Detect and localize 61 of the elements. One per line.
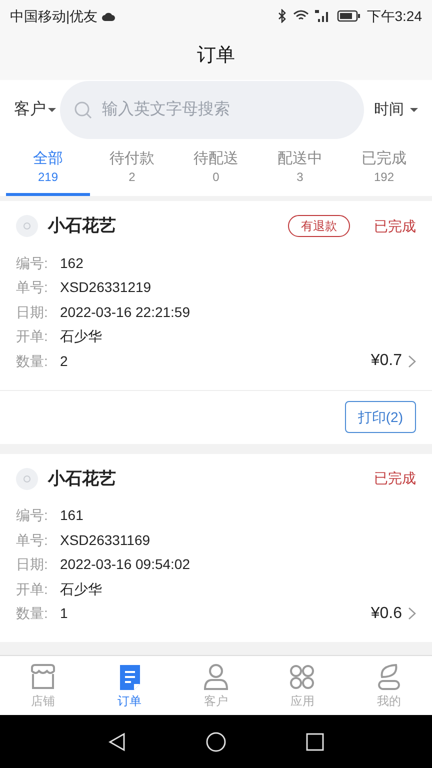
nav-tab[interactable]: 我的 — [346, 656, 432, 715]
order-status: 已完成 — [374, 469, 416, 488]
cloud-icon — [102, 12, 115, 20]
battery-icon — [336, 10, 361, 22]
field-value: 162 — [60, 254, 84, 273]
field-value: 石少华 — [60, 327, 103, 346]
field-label: 数量: — [16, 604, 49, 624]
field-label: 单号: — [16, 530, 49, 550]
order-card[interactable]: 小石花艺 有退款 已完成 编号: 162 单号: XSD26331219 日期: 2022-03-16 22:21:59 开单: 石少华 数量: 2 ¥0.7 打印(2) — [0, 201, 432, 444]
print-button[interactable]: 打印(2) — [344, 401, 416, 433]
field-value: 1 — [60, 604, 69, 624]
field-value: 2022-03-16 22:21:59 — [60, 302, 191, 322]
nav-tab[interactable]: 客户 — [172, 656, 260, 715]
chevron-right-icon — [408, 607, 416, 620]
clock-text: 下午3:24 — [366, 6, 422, 26]
bluetooth-icon — [278, 9, 287, 23]
page-title: 订单 — [197, 44, 235, 68]
field-value: XSD26331169 — [60, 530, 152, 550]
nav-tab[interactable]: 订单 — [86, 656, 173, 715]
field-label: 单号: — [16, 278, 49, 298]
field-label: 日期: — [16, 555, 49, 574]
field-label: 日期: — [16, 302, 49, 322]
shop-avatar — [16, 215, 38, 237]
refund-badge: 有退款 — [288, 215, 350, 237]
caret-icon — [410, 108, 418, 112]
shop-name: 小石花艺 — [48, 215, 117, 238]
carrier-text: 中国移动|优友 — [10, 6, 98, 26]
order-status: 已完成 — [374, 216, 416, 236]
search-icon — [74, 101, 92, 119]
shop-name: 小石花艺 — [48, 468, 117, 490]
field-value: 161 — [60, 506, 84, 526]
back-icon[interactable] — [108, 732, 126, 752]
home-icon[interactable] — [206, 732, 226, 752]
shop-avatar — [16, 468, 38, 490]
order-card[interactable]: 小石花艺 已完成 编号: 161 单号: XSD26331169 日期: 2022-03-16 09:54:02 开单: 石少华 数量: 1 ¥0.6 — [0, 454, 432, 642]
status-tab[interactable]: 配送中 3 — [258, 140, 342, 196]
field-label: 编号: — [16, 254, 49, 273]
chevron-right-icon — [408, 354, 416, 368]
signal-icon — [314, 10, 331, 22]
status-tab[interactable]: 已完成 192 — [342, 140, 426, 196]
field-label: 开单: — [16, 580, 49, 599]
nav-tab[interactable]: 店铺 — [0, 656, 86, 715]
field-label: 编号: — [16, 506, 49, 526]
field-label: 数量: — [16, 352, 49, 371]
caret-icon — [48, 108, 56, 112]
status-tab[interactable]: 待付款 2 — [90, 140, 174, 196]
order-amount: ¥0.7 — [370, 351, 402, 372]
nav-tab[interactable]: 应用 — [259, 656, 346, 715]
field-value: 2022-03-16 09:54:02 — [60, 555, 191, 574]
time-dropdown[interactable]: 时间 — [368, 98, 418, 122]
search-field[interactable]: 输入英文字母搜索 — [60, 81, 364, 139]
recents-icon[interactable] — [306, 732, 324, 750]
status-tab[interactable]: 待配送 0 — [174, 140, 258, 196]
field-value: 2 — [60, 352, 69, 371]
order-amount: ¥0.6 — [370, 604, 402, 624]
wifi-icon — [292, 10, 309, 22]
field-label: 开单: — [16, 327, 49, 346]
field-value: XSD26331219 — [60, 278, 152, 298]
field-value: 石少华 — [60, 580, 103, 599]
customer-dropdown[interactable]: 客户 — [14, 98, 56, 122]
status-tab[interactable]: 全部 219 — [6, 140, 90, 196]
